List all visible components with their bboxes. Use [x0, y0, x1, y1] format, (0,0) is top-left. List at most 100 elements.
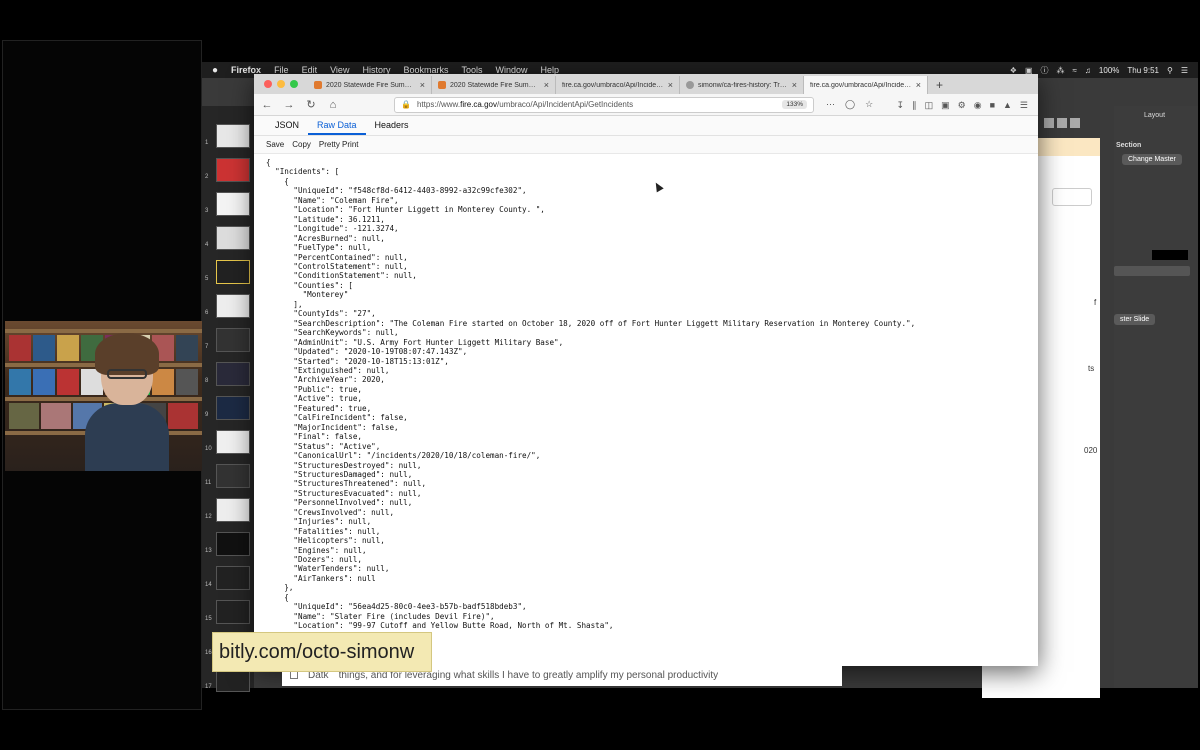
- forward-arrow-icon[interactable]: →: [282, 99, 296, 111]
- slide-thumbnail[interactable]: [216, 566, 250, 590]
- slide-thumbnail[interactable]: [216, 124, 250, 148]
- layout-label: Layout: [1144, 112, 1166, 119]
- slide-number: 12: [205, 514, 212, 520]
- spotlight-icon[interactable]: ⚲: [1167, 66, 1173, 75]
- sidebar-icon[interactable]: ◫: [925, 100, 934, 111]
- home-icon[interactable]: ⌂: [326, 99, 340, 111]
- slide-thumbnail[interactable]: [216, 430, 250, 454]
- tab-title: simonw/ca-fires-history: Track: [698, 81, 788, 89]
- new-tab-icon[interactable]: +: [928, 76, 951, 94]
- navigation-toolbar: ← → ↻ ⌂ 🔒 https://www.fire.ca.gov/umbrac…: [254, 94, 1038, 116]
- slide-thumbnail[interactable]: [216, 226, 250, 250]
- slide-number: 6: [205, 310, 209, 316]
- slide-number: 1: [205, 140, 209, 146]
- fire-favicon-icon: [438, 81, 446, 89]
- close-tab-icon[interactable]: ×: [792, 80, 797, 90]
- slide-number: 15: [205, 616, 212, 622]
- search-field-partial[interactable]: [1052, 188, 1092, 206]
- change-master-button[interactable]: Change Master: [1122, 154, 1182, 165]
- wifi-icon[interactable]: ≈: [1073, 66, 1077, 75]
- bluetooth-icon[interactable]: ⁂: [1057, 66, 1065, 75]
- close-tab-icon[interactable]: ×: [420, 80, 425, 90]
- hamburger-menu-icon[interactable]: ☰: [1020, 100, 1028, 111]
- more-actions-icon[interactable]: ⋯: [826, 99, 835, 110]
- inspector-select[interactable]: [1114, 266, 1190, 276]
- slide-thumbnail[interactable]: [216, 328, 250, 352]
- slide-thumbnail[interactable]: [216, 396, 250, 420]
- volume-icon[interactable]: ♫: [1085, 66, 1091, 75]
- zoom-level-badge[interactable]: 133%: [782, 100, 807, 109]
- tab-title: 2020 Statewide Fire Summary: [326, 81, 416, 89]
- slide-number: 5: [205, 276, 209, 282]
- url-text[interactable]: https://www.fire.ca.gov/umbraco/Api/Inci…: [417, 100, 776, 109]
- pretty-print-button[interactable]: Pretty Print: [319, 140, 359, 149]
- desktop: ● Firefox File Edit View History Bookmar…: [202, 62, 1198, 698]
- close-tab-icon[interactable]: ×: [668, 80, 673, 90]
- tab-title: fire.ca.gov/umbraco/Api/IncidentA: [810, 81, 912, 89]
- extension-icon[interactable]: ◉: [974, 100, 982, 111]
- browser-tab-active[interactable]: fire.ca.gov/umbraco/Api/IncidentA ×: [804, 76, 928, 94]
- minimize-window-button[interactable]: [277, 80, 285, 88]
- lock-icon[interactable]: 🔒: [401, 100, 411, 109]
- close-tab-icon[interactable]: ×: [544, 80, 549, 90]
- slide-thumbnail[interactable]: [216, 532, 250, 556]
- section-label: Section: [1116, 142, 1142, 149]
- slide-thumbnail[interactable]: [216, 260, 250, 284]
- close-window-button[interactable]: [264, 80, 272, 88]
- clock[interactable]: Thu 9:51: [1127, 66, 1159, 75]
- slide-thumbnail[interactable]: [216, 464, 250, 488]
- tab-json[interactable]: JSON: [266, 115, 308, 135]
- checkbox[interactable]: [290, 671, 298, 679]
- downloads-icon[interactable]: ↧: [897, 100, 905, 111]
- slide-number: 8: [205, 378, 209, 384]
- save-button[interactable]: Save: [266, 140, 284, 149]
- slide-number: 3: [205, 208, 209, 214]
- json-viewer-tabs: JSON Raw Data Headers: [254, 116, 1038, 136]
- info-icon[interactable]: ⓘ: [1041, 65, 1049, 76]
- slide-number: 17: [205, 684, 212, 690]
- extension-icon[interactable]: ⚙: [958, 100, 966, 111]
- apple-menu-icon[interactable]: ●: [212, 65, 218, 76]
- tab-title: 2020 Statewide Fire Summary: [450, 81, 540, 89]
- close-tab-icon[interactable]: ×: [916, 80, 921, 90]
- slide-navigator: 1 2 3 4 5 6 7 8 9 10 11 12 13 14 15 16 17: [202, 106, 254, 692]
- master-slide-button[interactable]: ster Slide: [1114, 314, 1156, 325]
- browser-tab[interactable]: 2020 Statewide Fire Summary ×: [308, 76, 432, 94]
- keynote-inspector: Layout Section Change Master ster Slide: [1114, 106, 1198, 688]
- raw-data-toolbar: Save Copy Pretty Print: [254, 136, 1038, 154]
- bookmark-star-icon[interactable]: ☆: [865, 99, 873, 110]
- tab-title: fire.ca.gov/umbraco/Api/IncidentAp: [562, 81, 664, 89]
- library-icon[interactable]: ∥: [912, 100, 917, 111]
- back-arrow-icon[interactable]: ←: [260, 99, 274, 111]
- slide-thumbnail[interactable]: [216, 600, 250, 624]
- reload-icon[interactable]: ↻: [304, 98, 318, 111]
- browser-tab[interactable]: fire.ca.gov/umbraco/Api/IncidentAp ×: [556, 76, 680, 94]
- slide-thumbnail[interactable]: [216, 498, 250, 522]
- slide-number: 2: [205, 174, 209, 180]
- screenshot-icon[interactable]: ▣: [941, 100, 950, 111]
- pocket-icon[interactable]: ◯: [845, 99, 855, 110]
- url-bar[interactable]: 🔒 https://www.fire.ca.gov/umbraco/Api/In…: [394, 96, 814, 113]
- raw-json-content[interactable]: { "Incidents": [ { "UniqueId": "f548cf8d…: [266, 158, 1026, 662]
- tab-raw-data[interactable]: Raw Data: [308, 115, 366, 135]
- page-actions: ⋯ ◯ ☆: [826, 99, 873, 110]
- slide-thumbnail[interactable]: [216, 294, 250, 318]
- copy-button[interactable]: Copy: [292, 140, 311, 149]
- slide-thumbnail[interactable]: [216, 158, 250, 182]
- extension-icon[interactable]: ■: [990, 100, 995, 110]
- menu-extra-icon[interactable]: ☰: [1181, 66, 1188, 75]
- battery-label[interactable]: 100%: [1099, 66, 1119, 75]
- github-favicon-icon: [686, 81, 694, 89]
- browser-tab[interactable]: 2020 Statewide Fire Summary ×: [432, 76, 556, 94]
- doc-snippet-2: ts: [1088, 364, 1095, 373]
- browser-tab[interactable]: simonw/ca-fires-history: Track ×: [680, 76, 804, 94]
- color-swatch[interactable]: [1152, 250, 1188, 260]
- slide-thumbnail[interactable]: [216, 362, 250, 386]
- tab-headers[interactable]: Headers: [366, 115, 418, 135]
- fire-favicon-icon: [314, 81, 322, 89]
- tab-bar: 2020 Statewide Fire Summary × 2020 State…: [254, 74, 1038, 94]
- slide-number: 7: [205, 344, 209, 350]
- slide-thumbnail[interactable]: [216, 192, 250, 216]
- extension-icon[interactable]: ▲: [1003, 100, 1012, 110]
- zoom-window-button[interactable]: [290, 80, 298, 88]
